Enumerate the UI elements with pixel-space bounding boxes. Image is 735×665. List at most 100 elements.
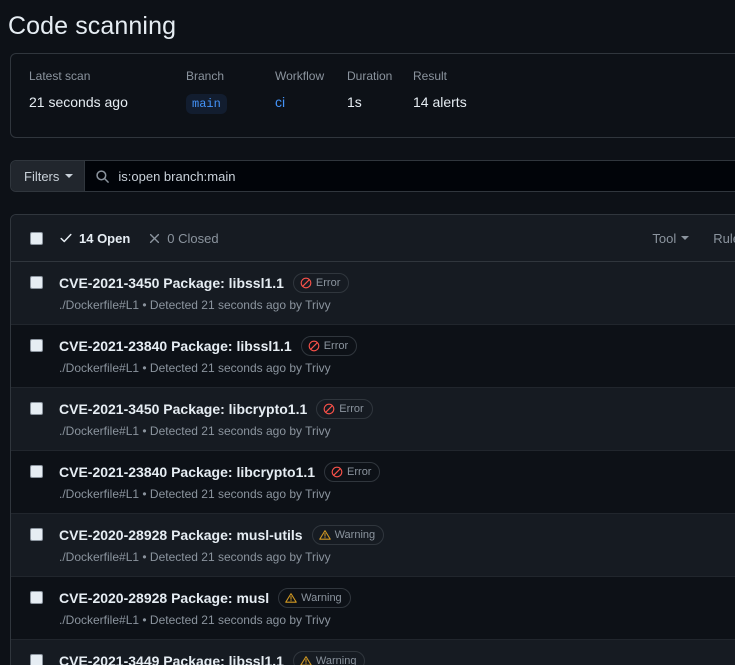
chevron-down-icon [681, 236, 690, 240]
severity-badge-warning: Warning [311, 525, 385, 545]
alert-metadata: ./Dockerfile#L1 • Detected 21 seconds ag… [59, 487, 331, 501]
error-icon [300, 277, 312, 289]
alerts-card: 14 Open 0 Closed Tool Rule [10, 214, 735, 665]
alert-metadata: ./Dockerfile#L1 • Detected 21 seconds ag… [59, 361, 331, 375]
alert-title-line: CVE-2020-28928 Package: musl Warning [59, 588, 351, 608]
scan-field-value: main [186, 92, 275, 114]
open-alerts-filter[interactable]: 14 Open [59, 231, 130, 246]
alert-checkbox[interactable] [30, 339, 43, 352]
alert-content: CVE-2020-28928 Package: musl-utils Warni… [59, 525, 385, 566]
severity-badge-label: Error [347, 466, 372, 478]
alerts-list-header: 14 Open 0 Closed Tool Rule [11, 215, 735, 262]
branch-chip[interactable]: main [186, 94, 227, 114]
scan-field-label: Workflow [275, 69, 325, 83]
alert-title-link[interactable]: CVE-2021-3450 Package: libcrypto1.1 [59, 399, 307, 419]
scan-field-label: Latest scan [29, 69, 91, 83]
select-all-checkbox[interactable] [30, 231, 43, 245]
scan-field-value: 1s [347, 94, 362, 110]
scan-field-branch: Branch main [186, 68, 275, 114]
close-icon [148, 232, 161, 245]
alert-title-link[interactable]: CVE-2020-28928 Package: musl [59, 588, 269, 608]
alert-title-link[interactable]: CVE-2021-3450 Package: libssl1.1 [59, 273, 284, 293]
severity-badge-label: Warning [315, 655, 357, 665]
severity-badge-label: Error [315, 277, 341, 289]
alert-content: CVE-2021-3450 Package: libssl1.1 Error .… [59, 273, 350, 314]
severity-badge-error: Error [300, 336, 358, 356]
severity-badge-label: Warning [301, 592, 342, 604]
scan-field-latest-scan: Latest scan 21 seconds ago [29, 68, 186, 112]
alert-title-link[interactable]: CVE-2021-23840 Package: libcrypto1.1 [59, 462, 315, 482]
alert-checkbox[interactable] [30, 528, 43, 541]
alert-content: CVE-2021-23840 Package: libssl1.1 Error [59, 336, 358, 377]
alert-title-line: CVE-2021-23840 Package: libssl1.1 Error [59, 336, 358, 356]
scan-field-value: 14 alerts [413, 94, 467, 110]
error-icon [331, 466, 343, 478]
filters-button[interactable]: Filters [11, 161, 86, 191]
alert-row[interactable]: CVE-2021-23840 Package: libcrypto1.1 Err… [11, 451, 735, 514]
filters-button-label: Filters [24, 168, 60, 184]
tool-filter-dropdown[interactable]: Tool [652, 230, 690, 246]
closed-alerts-filter[interactable]: 0 Closed [148, 230, 219, 246]
alert-content: CVE-2021-23840 Package: libcrypto1.1 Err… [59, 462, 381, 503]
filter-bar: Filters is:open branch:main [10, 160, 735, 192]
severity-badge-label: Error [339, 403, 364, 415]
severity-badge-error: Error [316, 399, 373, 419]
scan-field-label: Branch [186, 69, 225, 83]
scan-field-label: Duration [347, 69, 393, 83]
warning-icon [300, 655, 312, 665]
alert-row[interactable]: CVE-2021-3450 Package: libssl1.1 Error .… [11, 262, 735, 325]
severity-badge-warning: Warning [278, 588, 351, 608]
check-icon [59, 231, 73, 245]
scan-field-value: 21 seconds ago [29, 94, 128, 110]
rule-filter-dropdown[interactable]: Rule [713, 231, 735, 246]
alert-metadata: ./Dockerfile#L1 • Detected 21 seconds ag… [59, 298, 331, 312]
search-icon [95, 169, 110, 184]
alert-title-line: CVE-2021-23840 Package: libcrypto1.1 Err… [59, 462, 381, 482]
alert-title-link[interactable]: CVE-2020-28928 Package: musl-utils [59, 525, 303, 545]
severity-badge-error: Error [292, 273, 350, 293]
code-scanning-page: Code scanning Give Latest scan 21 second… [0, 0, 735, 665]
search-input-value[interactable]: is:open branch:main [118, 169, 235, 184]
alert-row[interactable]: CVE-2021-3449 Package: libssl1.1 Warning [11, 640, 735, 665]
rule-filter-label: Rule [713, 230, 735, 246]
scan-field-label: Result [413, 69, 448, 83]
alert-title-line: CVE-2021-3449 Package: libssl1.1 Warning [59, 651, 366, 665]
severity-badge-warning: Warning [292, 651, 366, 665]
warning-icon [318, 529, 331, 541]
severity-badge-error: Error [324, 462, 381, 482]
alert-title-line: CVE-2021-3450 Package: libssl1.1 Error [59, 273, 350, 293]
severity-badge-label: Warning [334, 529, 376, 541]
alert-title-link[interactable]: CVE-2021-23840 Package: libssl1.1 [59, 336, 292, 356]
alert-checkbox[interactable] [30, 402, 43, 415]
alert-row[interactable]: CVE-2021-23840 Package: libssl1.1 Error [11, 325, 735, 388]
alert-checkbox[interactable] [30, 591, 43, 604]
error-icon [308, 340, 320, 352]
scan-field-result: Result 14 alerts [413, 68, 533, 112]
chevron-down-icon [65, 174, 74, 178]
alert-content: CVE-2021-3449 Package: libssl1.1 Warning [59, 651, 366, 665]
alert-row[interactable]: CVE-2021-3450 Package: libcrypto1.1 Erro… [11, 388, 735, 451]
alert-metadata: ./Dockerfile#L1 • Detected 21 seconds ag… [59, 424, 331, 438]
alert-metadata: ./Dockerfile#L1 • Detected 21 seconds ag… [59, 550, 331, 564]
alerts-list: CVE-2021-3450 Package: libssl1.1 Error .… [11, 262, 735, 665]
alert-checkbox[interactable] [30, 276, 43, 289]
alert-checkbox[interactable] [30, 654, 43, 665]
scan-summary-grid: Latest scan 21 seconds ago Branch main W… [29, 68, 735, 114]
alert-metadata: ./Dockerfile#L1 • Detected 21 seconds ag… [59, 613, 331, 627]
alert-title-link[interactable]: CVE-2021-3449 Package: libssl1.1 [59, 651, 284, 665]
open-alerts-count: 14 Open [79, 230, 131, 246]
alert-row[interactable]: CVE-2020-28928 Package: musl-utils Warni… [11, 514, 735, 577]
alert-content: CVE-2020-28928 Package: musl Warning ./D… [59, 588, 351, 629]
tool-filter-label: Tool [652, 230, 677, 246]
alert-checkbox[interactable] [30, 465, 43, 478]
scan-field-workflow: Workflow ci [275, 68, 347, 112]
workflow-link[interactable]: ci [275, 92, 347, 112]
warning-icon [285, 592, 297, 604]
page-header: Code scanning Give [0, 0, 735, 41]
alert-title-line: CVE-2021-3450 Package: libcrypto1.1 Erro… [59, 399, 373, 419]
alert-row[interactable]: CVE-2020-28928 Package: musl Warning ./D… [11, 577, 735, 640]
latest-scan-summary-card: Latest scan 21 seconds ago Branch main W… [10, 53, 735, 138]
closed-alerts-count: 0 Closed [167, 230, 219, 246]
page-title: Code scanning [8, 12, 177, 40]
alerts-search-field[interactable]: is:open branch:main [85, 161, 735, 191]
